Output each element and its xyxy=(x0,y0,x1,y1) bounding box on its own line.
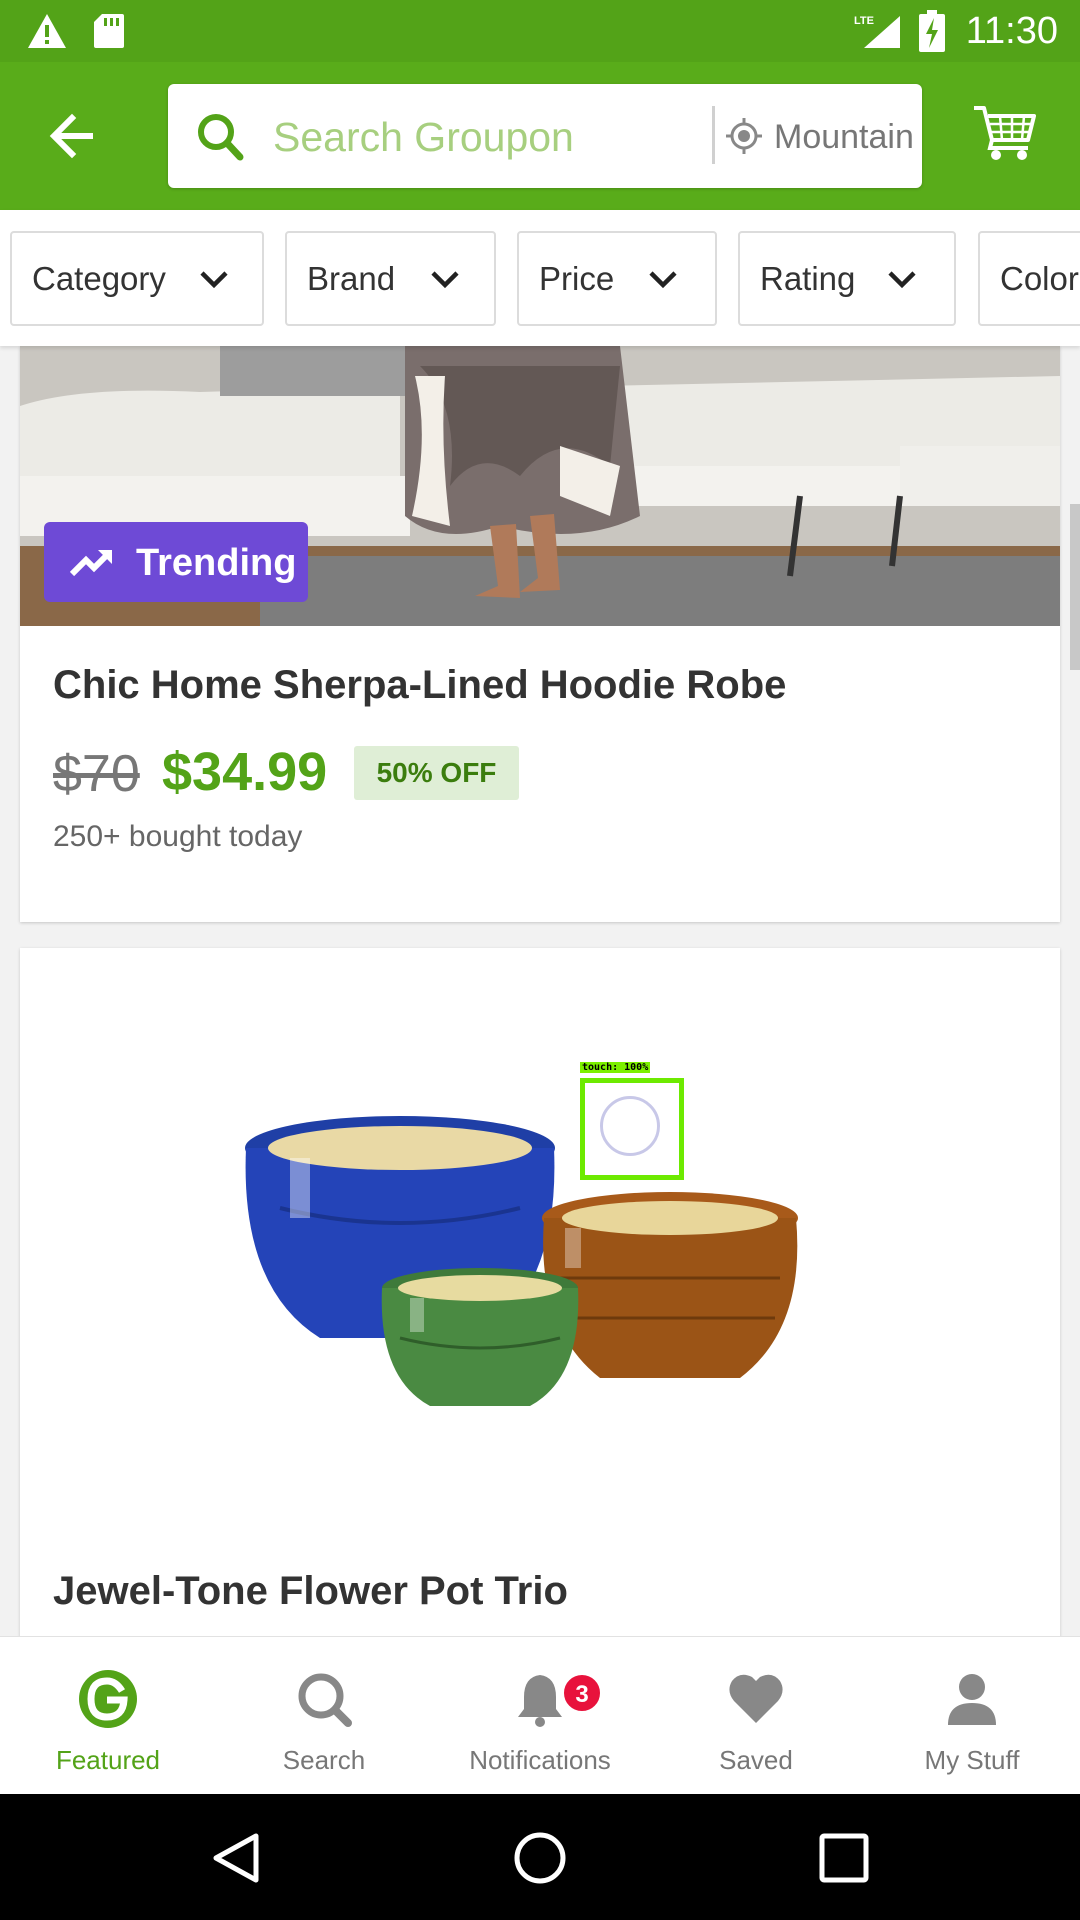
filter-label: Price xyxy=(539,260,615,297)
home-circle-icon[interactable] xyxy=(512,1830,568,1886)
nav-label: Search xyxy=(282,1745,366,1775)
filter-price[interactable]: Price xyxy=(517,231,717,326)
cart-icon[interactable] xyxy=(972,102,1038,162)
search-icon xyxy=(198,114,244,161)
search-input[interactable]: Search Groupon xyxy=(273,114,574,160)
back-triangle-icon[interactable] xyxy=(208,1830,264,1886)
nav-notifications[interactable]: 3 Notifications xyxy=(432,1637,648,1795)
battery-charging-icon xyxy=(919,10,945,52)
deal-card[interactable]: Trending Chic Home Sherpa-Lined Hoodie R… xyxy=(20,346,1060,922)
groupon-g-icon xyxy=(79,1670,137,1728)
nav-label: Featured xyxy=(55,1745,161,1775)
nav-my-stuff[interactable]: My Stuff xyxy=(864,1637,1080,1795)
deal-title: Chic Home Sherpa-Lined Hoodie Robe xyxy=(53,663,787,707)
chevron-down-icon xyxy=(888,271,916,289)
filter-color[interactable]: Color xyxy=(978,231,1080,326)
deal-card[interactable]: touch: 100% Jewel-Tone Flower Pot Trio xyxy=(20,948,1060,1648)
trending-badge: Trending xyxy=(44,522,308,602)
chevron-down-icon xyxy=(649,271,677,289)
bottom-nav: Featured Search 3 Notifications Saved My… xyxy=(0,1636,1080,1794)
filter-label: Brand xyxy=(307,260,396,297)
filter-label: Color xyxy=(1000,260,1079,297)
deal-title: Jewel-Tone Flower Pot Trio xyxy=(53,1569,568,1613)
sale-price: $34.99 xyxy=(162,742,328,802)
search-bar[interactable]: Search Groupon Mountain View xyxy=(168,84,922,188)
status-bar: LTE 11:30 xyxy=(0,0,1080,62)
touch-point xyxy=(600,1096,660,1156)
search-divider xyxy=(712,106,715,164)
nav-label: My Stuff xyxy=(924,1745,1020,1775)
filter-label: Category xyxy=(32,260,166,297)
bell-icon xyxy=(518,1675,562,1727)
nav-saved[interactable]: Saved xyxy=(648,1637,864,1795)
location-field[interactable]: Mountain View xyxy=(774,118,914,156)
notification-count-badge: 3 xyxy=(562,1673,602,1713)
person-icon xyxy=(948,1674,996,1725)
chevron-down-icon xyxy=(431,271,459,289)
trending-label: Trending xyxy=(136,542,297,584)
touch-indicator-label: touch: 100% xyxy=(580,1062,651,1073)
search-icon xyxy=(298,1673,352,1727)
filter-label: Rating xyxy=(760,260,856,297)
filter-rating[interactable]: Rating xyxy=(738,231,956,326)
scrollbar[interactable] xyxy=(1070,504,1080,670)
back-arrow-icon[interactable] xyxy=(44,106,104,166)
svg-text:LTE: LTE xyxy=(854,15,874,27)
discount-badge: 50% OFF xyxy=(354,746,519,800)
nav-label: Notifications xyxy=(469,1745,611,1775)
filter-category[interactable]: Category xyxy=(10,231,264,326)
app-bar: Search Groupon Mountain View xyxy=(0,62,1080,210)
nav-search[interactable]: Search xyxy=(216,1637,432,1795)
signal-lte-icon: LTE xyxy=(854,15,900,48)
warning-icon xyxy=(28,14,66,48)
nav-label: Saved xyxy=(719,1745,793,1775)
nav-featured[interactable]: Featured xyxy=(0,1637,216,1795)
recents-square-icon[interactable] xyxy=(816,1830,872,1886)
trending-up-icon xyxy=(70,550,112,577)
filter-bar: Category Brand Price Rating Color xyxy=(0,210,1080,346)
deal-image: Trending xyxy=(20,346,1060,626)
clock: 11:30 xyxy=(965,10,1058,52)
heart-icon xyxy=(729,1674,783,1723)
system-nav-bar xyxy=(0,1794,1080,1920)
location-target-icon xyxy=(726,118,762,154)
sd-card-icon xyxy=(94,14,124,48)
flower-pots-photo xyxy=(245,1116,798,1406)
chevron-down-icon xyxy=(200,271,228,289)
bought-count: 250+ bought today xyxy=(53,820,303,853)
filter-brand[interactable]: Brand xyxy=(285,231,496,326)
original-price: $70 xyxy=(53,745,140,803)
